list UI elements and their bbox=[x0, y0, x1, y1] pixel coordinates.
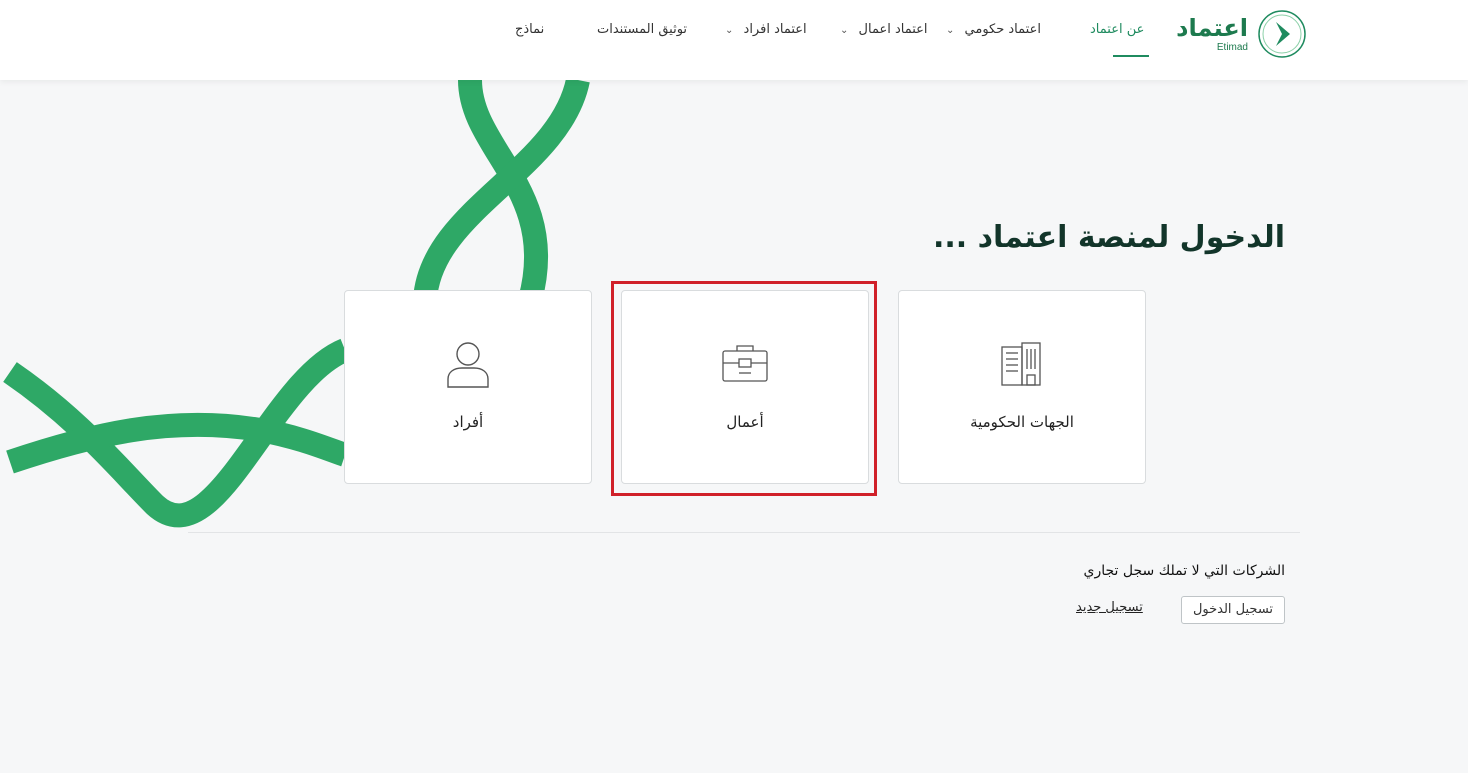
nav-about[interactable]: عن اعتماد bbox=[1090, 22, 1144, 37]
etimad-logo[interactable]: اعتماد Etimad bbox=[1158, 8, 1308, 62]
nav-document-verification[interactable]: توثيق المستندات bbox=[597, 22, 687, 37]
nav-individuals-label: اعتماد افراد bbox=[743, 22, 807, 37]
logo-text: اعتماد bbox=[1176, 14, 1248, 42]
no-commercial-register-note: الشركات التي لا تملك سجل تجاري bbox=[1083, 563, 1285, 579]
nav-business[interactable]: ⌄ اعتماد اعمال bbox=[840, 22, 928, 37]
building-icon bbox=[1001, 342, 1041, 386]
register-link[interactable]: تسجيل جديد bbox=[1076, 600, 1143, 615]
login-button[interactable]: تسجيل الدخول bbox=[1181, 596, 1285, 624]
chevron-down-icon: ⌄ bbox=[725, 25, 734, 36]
nav-government[interactable]: ⌄ اعتماد حكومي bbox=[946, 22, 1041, 37]
briefcase-icon bbox=[722, 345, 768, 382]
nav-document-verification-label: توثيق المستندات bbox=[597, 22, 688, 37]
nav-about-label: عن اعتماد bbox=[1090, 22, 1145, 37]
card-individuals[interactable]: أفراد bbox=[344, 290, 592, 484]
nav-forms-label: نماذج bbox=[515, 22, 545, 37]
nav-individuals[interactable]: ⌄ اعتماد افراد bbox=[725, 22, 807, 37]
card-individuals-label: أفراد bbox=[452, 413, 484, 431]
logo-badge-icon bbox=[1258, 10, 1306, 58]
active-nav-underline bbox=[1113, 55, 1149, 57]
card-government-label: الجهات الحكومية bbox=[970, 413, 1074, 431]
nav-government-label: اعتماد حكومي bbox=[964, 22, 1041, 37]
card-business[interactable]: أعمال bbox=[621, 290, 869, 484]
nav-business-label: اعتماد اعمال bbox=[858, 22, 928, 37]
top-header: اعتماد Etimad عن اعتماد ⌄ اعتماد حكومي ⌄… bbox=[0, 0, 1468, 80]
card-business-label: أعمال bbox=[726, 413, 764, 431]
user-icon bbox=[447, 342, 489, 388]
card-government-entities[interactable]: الجهات الحكومية bbox=[898, 290, 1146, 484]
section-divider bbox=[188, 532, 1300, 533]
nav-forms[interactable]: نماذج bbox=[515, 22, 544, 37]
logo-subtitle: Etimad bbox=[1216, 42, 1248, 53]
chevron-down-icon: ⌄ bbox=[840, 25, 849, 36]
chevron-down-icon: ⌄ bbox=[946, 25, 955, 36]
page-title: الدخول لمنصة اعتماد ... bbox=[932, 220, 1285, 255]
